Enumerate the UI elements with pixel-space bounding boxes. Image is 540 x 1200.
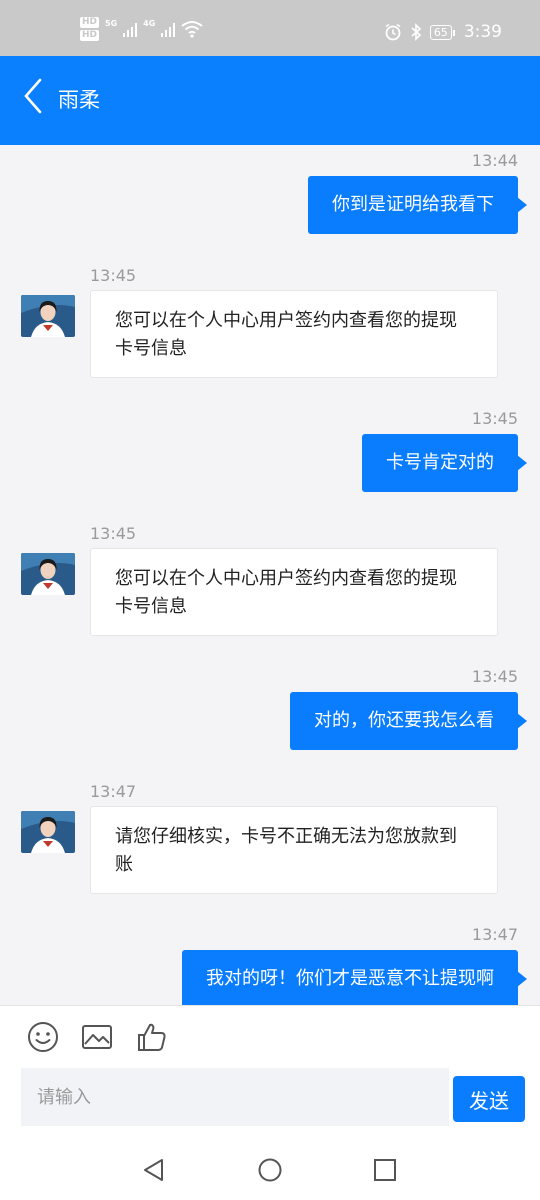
wifi-icon (181, 21, 203, 38)
signal-icon (123, 21, 138, 37)
message-timestamp: 13:47 (90, 782, 137, 801)
message-timestamp: 13:45 (471, 667, 518, 686)
back-arrow-icon[interactable] (22, 76, 46, 116)
chat-header: 雨柔 (0, 56, 540, 145)
status-bar: HD HD 5G 4G 65 3:39 (0, 0, 540, 56)
composer: 发送 (0, 1005, 540, 1135)
avatar[interactable] (21, 553, 75, 595)
agent-avatar-image (21, 553, 75, 595)
incoming-message[interactable]: 您可以在个人中心用户签约内查看您的提现卡号信息 (90, 548, 498, 636)
send-button[interactable]: 发送 (453, 1076, 525, 1122)
outgoing-message[interactable]: 我对的呀！你们才是恶意不让提现啊 (182, 950, 527, 1005)
smiley-icon[interactable] (26, 1020, 60, 1054)
battery-indicator: 65 (429, 24, 455, 40)
outgoing-message[interactable]: 卡号肯定对的 (362, 434, 527, 492)
avatar[interactable] (21, 811, 75, 853)
network-type-label: 4G (143, 18, 156, 28)
message-timestamp: 13:47 (471, 925, 518, 944)
message-timestamp: 13:44 (471, 151, 518, 170)
avatar[interactable] (21, 295, 75, 337)
outgoing-message[interactable]: 对的，你还要我怎么看 (290, 692, 527, 750)
home-circle-icon[interactable] (257, 1157, 283, 1183)
incoming-message[interactable]: 请您仔细核实，卡号不正确无法为您放款到账 (90, 806, 498, 894)
recents-square-icon[interactable] (372, 1157, 398, 1183)
incoming-message[interactable]: 您可以在个人中心用户签约内查看您的提现卡号信息 (90, 290, 498, 378)
message-list[interactable]: 13:44 你到是证明给我看下 13:45 您可以在个人中心用户签约内查看您的提… (0, 145, 540, 1005)
message-timestamp: 13:45 (471, 409, 518, 428)
agent-avatar-image (21, 811, 75, 853)
message-timestamp: 13:45 (90, 266, 137, 285)
alarm-icon (385, 23, 401, 41)
outgoing-message[interactable]: 你到是证明给我看下 (308, 176, 527, 234)
network-type-label: 5G (105, 18, 118, 28)
agent-avatar-image (21, 295, 75, 337)
page-title: 雨柔 (58, 88, 100, 112)
message-input[interactable] (21, 1068, 449, 1126)
signal-icon (161, 21, 176, 37)
back-triangle-icon[interactable] (141, 1157, 167, 1183)
bluetooth-icon (411, 23, 421, 41)
message-timestamp: 13:45 (90, 524, 137, 543)
hd-badge: HD (80, 17, 100, 28)
hd-badge: HD (80, 30, 100, 41)
thumbs-up-icon[interactable] (135, 1020, 169, 1054)
system-nav-bar (0, 1135, 540, 1200)
image-icon[interactable] (80, 1020, 114, 1054)
signal-indicators: HD HD 5G 4G (80, 17, 203, 41)
status-time: 3:39 (463, 22, 502, 42)
system-indicators: 65 3:39 (384, 22, 502, 42)
